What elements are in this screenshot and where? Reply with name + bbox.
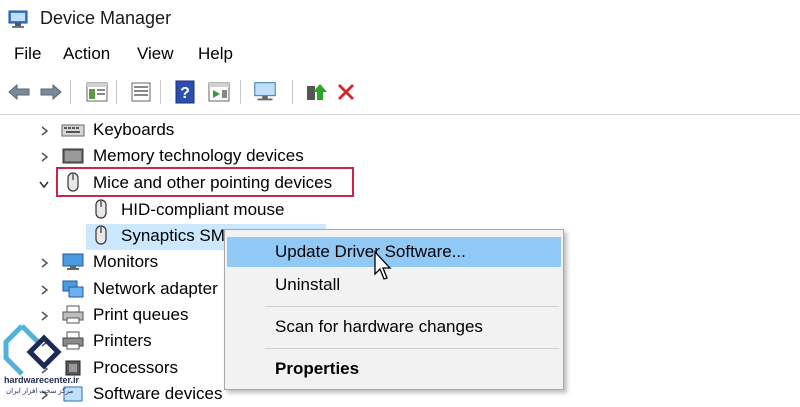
toolbar: ? bbox=[0, 70, 800, 115]
chevron-right-icon bbox=[41, 126, 49, 136]
svg-text:?: ? bbox=[180, 85, 190, 102]
monitor-icon bbox=[62, 253, 84, 270]
menu-item-label: Uninstall bbox=[275, 275, 341, 294]
menu-item-update-driver-software[interactable]: Update Driver Software... bbox=[227, 237, 561, 267]
menu-view[interactable]: View bbox=[137, 44, 174, 64]
monitor-scan-icon bbox=[254, 82, 276, 101]
keyboard-icon bbox=[61, 124, 85, 137]
properties-button[interactable] bbox=[128, 79, 154, 105]
list-icon bbox=[131, 82, 151, 102]
back-button[interactable] bbox=[6, 79, 32, 105]
tree-item-label: Print queues bbox=[93, 305, 189, 324]
properties-icon bbox=[86, 82, 108, 102]
chevron-down-icon bbox=[39, 181, 49, 189]
menu-item-label: Properties bbox=[275, 359, 360, 378]
back-icon bbox=[8, 83, 30, 101]
menu-action[interactable]: Action bbox=[63, 44, 110, 64]
uninstall-icon bbox=[338, 84, 354, 100]
tree-item-label: HID-compliant mouse bbox=[121, 200, 285, 219]
memory-chip-icon bbox=[62, 148, 84, 164]
menu-item-label: Update Driver Software... bbox=[275, 242, 466, 261]
tree-item-mice-and-other-pointing-devices[interactable]: Mice and other pointing devices bbox=[0, 170, 400, 196]
scan-hardware-button[interactable] bbox=[252, 79, 278, 105]
tree-item-label: Software devices bbox=[93, 384, 223, 403]
tree-item-label: Monitors bbox=[93, 252, 159, 271]
chevron-right-icon bbox=[41, 258, 49, 268]
tree-item-label: Printers bbox=[93, 331, 152, 350]
tree-item-label: Memory technology devices bbox=[93, 146, 304, 165]
tree-item-label: Processors bbox=[93, 358, 179, 377]
action-pane-icon bbox=[208, 82, 230, 102]
forward-icon bbox=[40, 83, 62, 101]
mouse-icon bbox=[67, 172, 79, 192]
chevron-right-icon bbox=[41, 311, 49, 321]
menu-separator bbox=[265, 306, 559, 307]
forward-button[interactable] bbox=[38, 79, 64, 105]
help-button[interactable]: ? bbox=[172, 79, 198, 105]
tree-item-hid-compliant-mouse[interactable]: HID-compliant mouse bbox=[0, 197, 400, 223]
menu-bar: File Action View Help bbox=[0, 38, 800, 70]
tree-item-label: Network adapter bbox=[93, 279, 218, 298]
tree-item-label: Mice and other pointing devices bbox=[93, 173, 333, 192]
tree-item-memory-technology-devices[interactable]: Memory technology devices bbox=[0, 143, 400, 169]
show-hide-console-tree-button[interactable] bbox=[84, 79, 110, 105]
device-manager-icon bbox=[8, 10, 28, 28]
menu-item-uninstall[interactable]: Uninstall bbox=[227, 270, 561, 300]
menu-item-properties[interactable]: Properties bbox=[227, 354, 561, 384]
update-driver-button[interactable] bbox=[302, 79, 328, 105]
chevron-right-icon bbox=[41, 152, 49, 162]
menu-file[interactable]: File bbox=[14, 44, 41, 64]
mouse-icon bbox=[95, 225, 107, 245]
chevron-right-icon bbox=[41, 285, 49, 295]
network-adapter-icon bbox=[62, 280, 84, 298]
context-menu: Update Driver Software... Uninstall Scan… bbox=[224, 229, 564, 390]
mouse-pointer-icon bbox=[374, 250, 392, 280]
window-title: Device Manager bbox=[40, 8, 172, 28]
menu-item-label: Scan for hardware changes bbox=[275, 317, 483, 336]
update-driver-icon bbox=[307, 84, 327, 100]
uninstall-button[interactable] bbox=[333, 79, 359, 105]
tree-item-label: Synaptics SMB bbox=[121, 226, 237, 245]
help-icon: ? bbox=[175, 80, 195, 104]
mouse-icon bbox=[95, 199, 107, 219]
tree-item-label: Keyboards bbox=[93, 120, 175, 139]
tree-item-keyboards[interactable]: Keyboards bbox=[0, 117, 400, 143]
title-bar: Device Manager bbox=[0, 0, 800, 38]
menu-help[interactable]: Help bbox=[198, 44, 233, 64]
watermark-subtext: مرکز سخت افزار ایران bbox=[6, 388, 74, 395]
action-pane-button[interactable] bbox=[206, 79, 232, 105]
watermark-text: hardwarecenter.ir bbox=[4, 375, 80, 385]
menu-item-scan-for-hardware-changes[interactable]: Scan for hardware changes bbox=[227, 312, 561, 342]
menu-separator bbox=[265, 348, 559, 349]
